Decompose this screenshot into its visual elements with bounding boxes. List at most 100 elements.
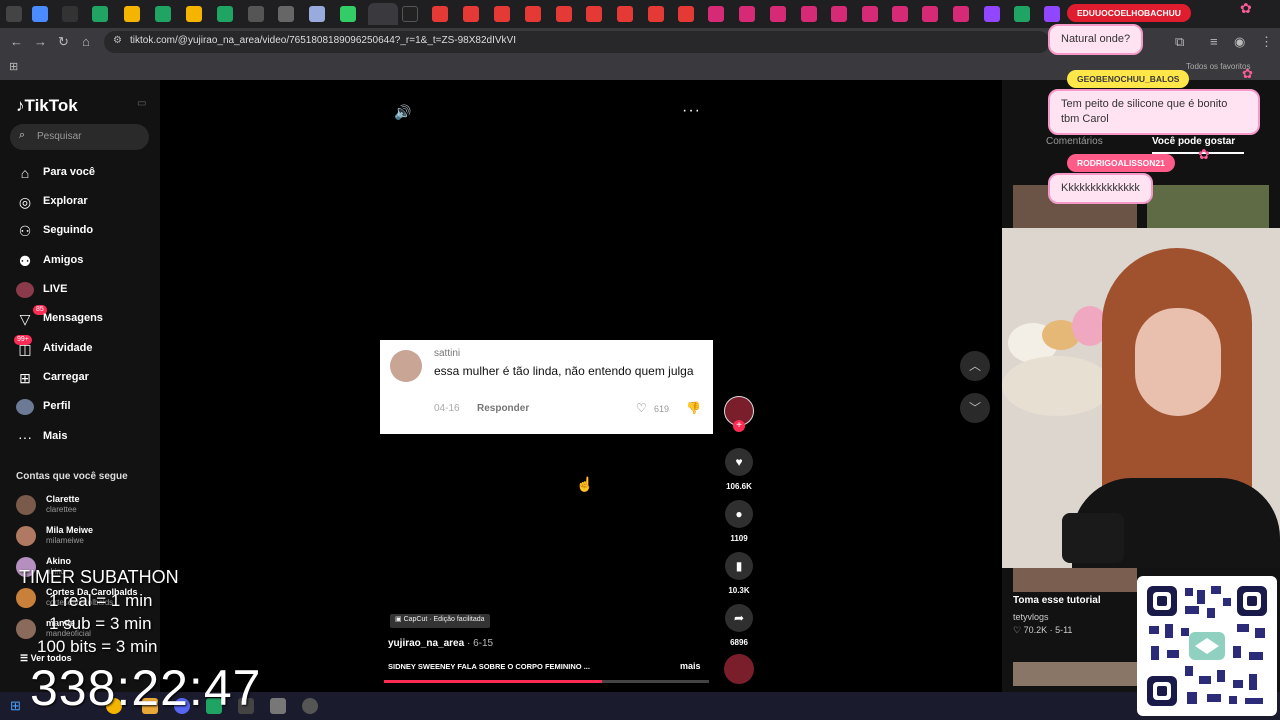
browser-tab[interactable] — [32, 6, 48, 22]
followed-account[interactable]: Clarette clarettee — [16, 492, 156, 518]
browser-tab[interactable] — [1044, 6, 1060, 22]
nav-item-perfil[interactable]: Perfil — [16, 397, 156, 417]
all-bookmarks-label[interactable]: Todos os favoritos — [1186, 62, 1250, 71]
followed-account[interactable]: Mila Meiwe milameiwe — [16, 523, 156, 549]
nav-item-amigos[interactable]: ⚉ Amigos — [16, 251, 156, 271]
browser-tab[interactable] — [186, 6, 202, 22]
recommended-title[interactable]: Toma esse tutorial — [1013, 595, 1101, 606]
capcut-tag[interactable]: ▣ CapCut · Edição facilitada — [390, 614, 490, 628]
video-player[interactable]: 🔊 ··· sattini essa mulher é tão linda, n… — [380, 92, 713, 688]
browser-tab[interactable] — [155, 6, 171, 22]
extensions-icon[interactable]: ⧉ — [1175, 34, 1184, 50]
next-video-button[interactable]: ﹀ — [960, 393, 990, 423]
browser-tab[interactable] — [124, 6, 140, 22]
nav-label: Perfil — [43, 400, 71, 412]
nav-item-seguindo[interactable]: ⚇ Seguindo — [16, 221, 156, 241]
browser-tab[interactable] — [278, 6, 294, 22]
collapse-sidebar-icon[interactable]: ▭ — [137, 98, 146, 109]
nav-item-live[interactable]: LIVE — [16, 280, 156, 300]
browser-tab[interactable] — [340, 6, 356, 22]
browser-tab[interactable] — [402, 6, 418, 22]
tab-comments[interactable]: Comentários — [1046, 136, 1103, 147]
browser-tab[interactable] — [525, 6, 541, 22]
browser-tab[interactable] — [770, 6, 786, 22]
nav-item-atividade[interactable]: ◫ 99+ Atividade — [14, 335, 156, 359]
browser-tab[interactable] — [309, 6, 325, 22]
tab-list-button[interactable] — [6, 6, 22, 22]
browser-tab[interactable] — [463, 6, 479, 22]
follow-plus-icon[interactable]: + — [733, 420, 745, 432]
video-date: 6-15 — [473, 638, 494, 649]
browser-tab[interactable] — [862, 6, 878, 22]
obs-icon[interactable] — [302, 698, 318, 714]
browser-tab[interactable] — [556, 6, 572, 22]
chat-message: Natural onde? — [1048, 24, 1144, 55]
nav-item-para-voce[interactable]: ⌂ Para você — [16, 163, 156, 183]
share-count: 6896 — [730, 638, 748, 647]
apps-grid-icon[interactable]: ⊞ — [9, 60, 18, 73]
browser-tab[interactable] — [953, 6, 969, 22]
nav-item-mais[interactable]: ··· Mais — [16, 427, 156, 447]
browser-tab[interactable] — [648, 6, 664, 22]
volume-icon[interactable]: 🔊 — [394, 104, 411, 121]
menu-icon[interactable]: ⋮ — [1260, 34, 1273, 50]
more-description-button[interactable]: mais — [680, 661, 701, 671]
app-icon[interactable] — [270, 698, 286, 714]
video-progress-bar[interactable] — [384, 680, 709, 683]
share-button[interactable]: ➦ 6896 — [725, 604, 753, 647]
recommended-thumbnail[interactable] — [1013, 568, 1137, 592]
tab-recommended[interactable]: Você pode gostar — [1152, 136, 1235, 147]
comment-username[interactable]: sattini — [434, 348, 460, 359]
comment-reply-button[interactable]: Responder — [477, 403, 529, 414]
browser-tab[interactable] — [92, 6, 108, 22]
browser-tab[interactable] — [831, 6, 847, 22]
save-button[interactable]: ▮ 10.3K — [725, 552, 753, 595]
comment-button[interactable]: ● 1109 — [725, 500, 753, 543]
active-browser-tab[interactable] — [368, 3, 398, 25]
browser-tab[interactable] — [678, 6, 694, 22]
nav-item-mensagens[interactable]: ▽ 85 Mensagens — [16, 305, 156, 329]
chevron-down-icon: ﹀ — [968, 401, 981, 415]
reload-icon[interactable]: ↻ — [58, 34, 69, 50]
nav-item-carregar[interactable]: ⊞ Carregar — [16, 368, 156, 388]
tiktok-logo[interactable]: ♪TikTok — [16, 96, 78, 116]
more-options-icon[interactable]: ··· — [682, 102, 701, 120]
browser-tab[interactable] — [217, 6, 233, 22]
browser-tab[interactable] — [922, 6, 938, 22]
browser-tab[interactable] — [248, 6, 264, 22]
comment-avatar[interactable] — [390, 350, 422, 382]
url-field[interactable]: ⚙ tiktok.com/@yujirao_na_area/video/7651… — [104, 31, 1050, 53]
webcam-feed — [1002, 228, 1280, 568]
media-controls-icon[interactable]: ≡ — [1210, 34, 1218, 50]
browser-tab[interactable] — [617, 6, 633, 22]
profile-icon[interactable]: ◉ — [1234, 34, 1245, 50]
nav-label: Mensagens — [43, 312, 103, 324]
like-button[interactable]: ♥ 106.6K — [725, 448, 753, 491]
forward-icon[interactable]: → — [34, 34, 47, 50]
browser-tab[interactable] — [62, 6, 78, 22]
back-icon[interactable]: ← — [10, 34, 23, 50]
recommended-author[interactable]: tetyvlogs — [1013, 612, 1049, 622]
recommended-thumbnail[interactable] — [1013, 662, 1137, 686]
dislike-icon[interactable]: 👎 — [686, 401, 701, 415]
previous-video-button[interactable]: ︿ — [960, 351, 990, 381]
video-author[interactable]: yujirao_na_area · 6-15 — [388, 638, 493, 649]
windows-start-icon[interactable]: ⊞ — [10, 698, 21, 714]
browser-tab[interactable] — [892, 6, 908, 22]
nav-item-explorar[interactable]: ◎ Explorar — [16, 192, 156, 212]
search-input[interactable]: ⌕ Pesquisar — [10, 124, 149, 150]
browser-tab[interactable] — [708, 6, 724, 22]
home-icon[interactable]: ⌂ — [82, 34, 90, 50]
browser-tab[interactable] — [586, 6, 602, 22]
site-info-icon[interactable]: ⚙ — [113, 35, 122, 46]
browser-tab[interactable] — [984, 6, 1000, 22]
recommended-thumbnail[interactable] — [1147, 185, 1269, 229]
music-disc-icon[interactable] — [724, 654, 754, 684]
browser-tab[interactable] — [494, 6, 510, 22]
browser-tab[interactable] — [1014, 6, 1030, 22]
browser-tab[interactable] — [739, 6, 755, 22]
heart-outline-icon[interactable]: ♡ — [636, 401, 647, 415]
following-section-title: Contas que você segue — [16, 471, 128, 482]
browser-tab[interactable] — [801, 6, 817, 22]
browser-tab[interactable] — [432, 6, 448, 22]
